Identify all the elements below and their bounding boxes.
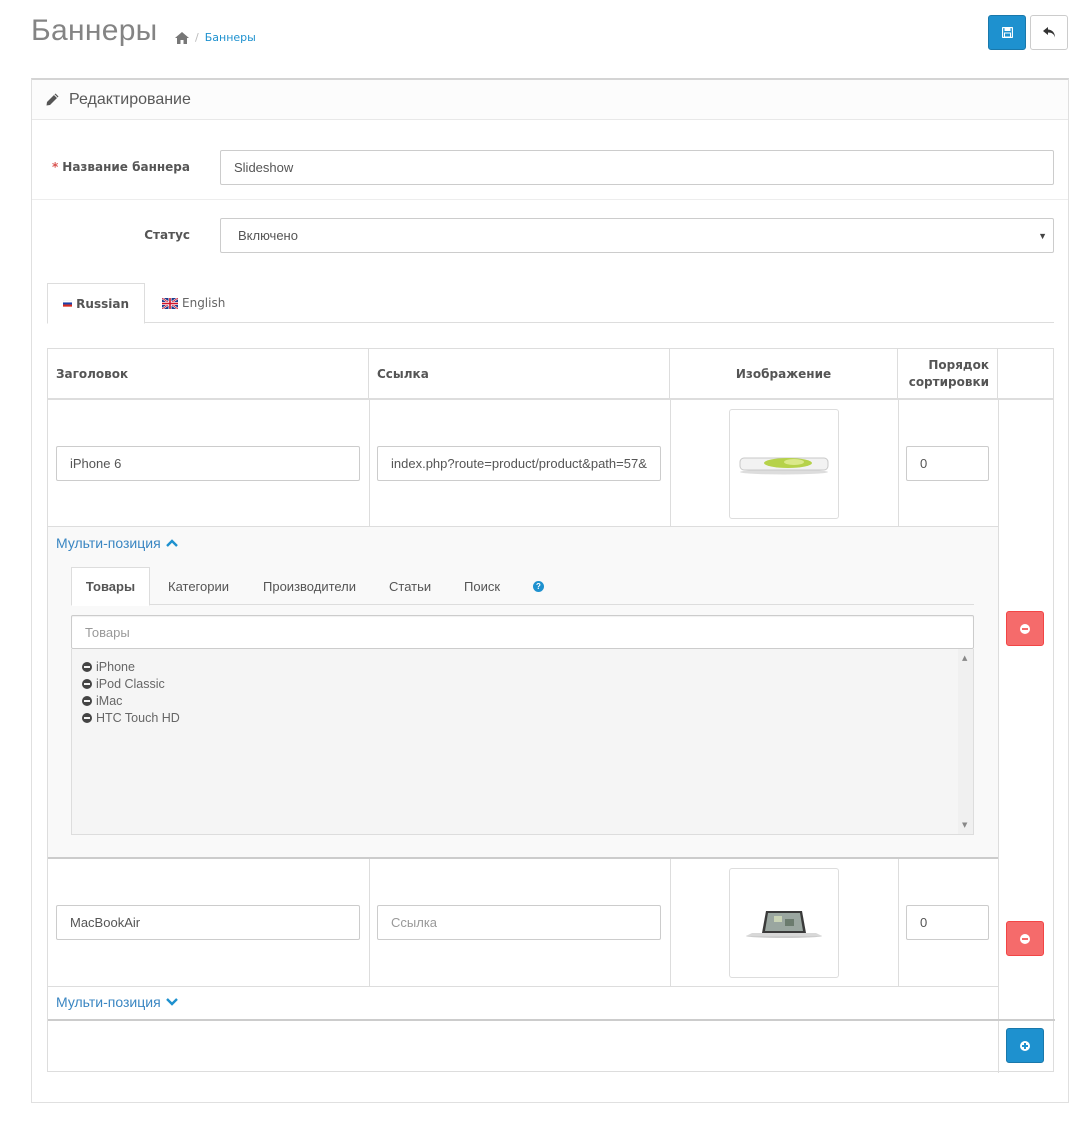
chevron-up-icon	[165, 539, 178, 547]
chevron-down-icon	[165, 998, 178, 1006]
save-icon	[1001, 27, 1013, 38]
column-header-sort-order: Порядок сортировки	[898, 349, 998, 400]
products-autocomplete-input[interactable]: Товары	[71, 615, 974, 649]
tab-articles[interactable]: Статьи	[389, 567, 431, 605]
macbook-image	[746, 911, 822, 938]
minus-circle-icon	[1020, 623, 1030, 634]
column-header-actions	[998, 349, 1054, 400]
banner-link-input[interactable]: Ссылка	[377, 905, 661, 940]
help-icon: ?	[533, 580, 544, 592]
remove-circle-icon[interactable]	[82, 662, 92, 672]
multi-position-panel: Мульти-позиция Товары Категории Производ…	[48, 527, 998, 857]
status-select[interactable]: Включено ▼	[220, 218, 1054, 253]
page-title: Баннеры	[31, 14, 158, 47]
minus-circle-icon	[1020, 933, 1030, 944]
add-banner-image-button[interactable]	[1006, 1028, 1044, 1063]
multi-position-toggle[interactable]: Мульти-позиция	[56, 994, 178, 1010]
edit-panel: Редактирование * Название баннера Slidesh…	[31, 78, 1069, 1103]
sort-order-input[interactable]: 0	[906, 446, 989, 481]
column-header-title: Заголовок	[48, 349, 369, 400]
list-scrollbar[interactable]: ▲ ▼	[958, 649, 973, 834]
tab-products[interactable]: Товары	[71, 567, 150, 606]
list-item: iMac	[82, 694, 122, 708]
banner-name-row: * Название баннера Slideshow	[32, 138, 1068, 200]
remove-circle-icon[interactable]	[82, 713, 92, 723]
banner-link-input[interactable]: index.php?route=product/product&path=57&	[377, 446, 661, 481]
breadcrumb: / Баннеры	[175, 31, 256, 44]
banner-title-input[interactable]: MacBookAir	[56, 905, 360, 940]
multi-position-tabs: Товары Категории Производители Статьи По…	[71, 567, 974, 606]
reply-icon	[1042, 27, 1055, 38]
remove-banner-image-button[interactable]	[1006, 921, 1044, 956]
list-item: iPhone	[82, 660, 135, 674]
panel-heading: Редактирование	[32, 80, 1068, 120]
status-row: Статус Включено ▼	[32, 200, 1068, 270]
remove-circle-icon[interactable]	[82, 696, 92, 706]
uk-flag-icon	[162, 297, 178, 309]
multi-position-toggle[interactable]: Мульти-позиция	[56, 535, 178, 551]
russia-flag-icon	[63, 300, 73, 307]
banner-name-label: * Название баннера	[52, 160, 190, 174]
pencil-icon	[46, 93, 59, 106]
list-item: HTC Touch HD	[82, 711, 180, 725]
back-button[interactable]	[1030, 15, 1068, 50]
tab-manufacturers[interactable]: Производители	[263, 567, 356, 605]
tab-categories[interactable]: Категории	[168, 567, 229, 605]
sort-order-input[interactable]: 0	[906, 905, 989, 940]
list-item: iPod Classic	[82, 677, 165, 691]
banner-name-input[interactable]: Slideshow	[220, 150, 1054, 185]
breadcrumb-separator: /	[195, 31, 199, 44]
home-icon[interactable]	[175, 31, 189, 44]
plus-circle-icon	[1020, 1040, 1030, 1051]
breadcrumb-current-link[interactable]: Баннеры	[205, 31, 256, 44]
remove-banner-image-button[interactable]	[1006, 611, 1044, 646]
scroll-up-arrow-icon[interactable]: ▲	[962, 654, 967, 662]
banner-title-input[interactable]: iPhone 6	[56, 446, 360, 481]
tab-english[interactable]: English	[147, 283, 240, 323]
column-header-image: Изображение	[670, 349, 898, 400]
banner-images-table: Заголовок Ссылка Изображение Порядок сор…	[47, 348, 1055, 1073]
panel-title: Редактирование	[69, 90, 191, 108]
required-asterisk: *	[52, 160, 59, 174]
iphone-image	[739, 457, 829, 475]
products-list: iPhone iPod Classic iMac HTC Touch HD ▲ …	[71, 649, 974, 835]
status-label: Статус	[144, 228, 190, 242]
scroll-down-arrow-icon[interactable]: ▼	[962, 821, 967, 829]
save-button[interactable]	[988, 15, 1026, 50]
tab-search[interactable]: Поиск	[464, 567, 500, 605]
remove-circle-icon[interactable]	[82, 679, 92, 689]
chevron-down-icon: ▼	[1038, 231, 1047, 241]
language-tabs: Russian English	[47, 283, 1054, 324]
tab-russian[interactable]: Russian	[47, 283, 145, 324]
banner-image-thumbnail[interactable]	[729, 409, 839, 519]
column-header-link: Ссылка	[369, 349, 670, 400]
banner-image-thumbnail[interactable]	[729, 868, 839, 978]
help-tab[interactable]: ?	[533, 567, 544, 605]
